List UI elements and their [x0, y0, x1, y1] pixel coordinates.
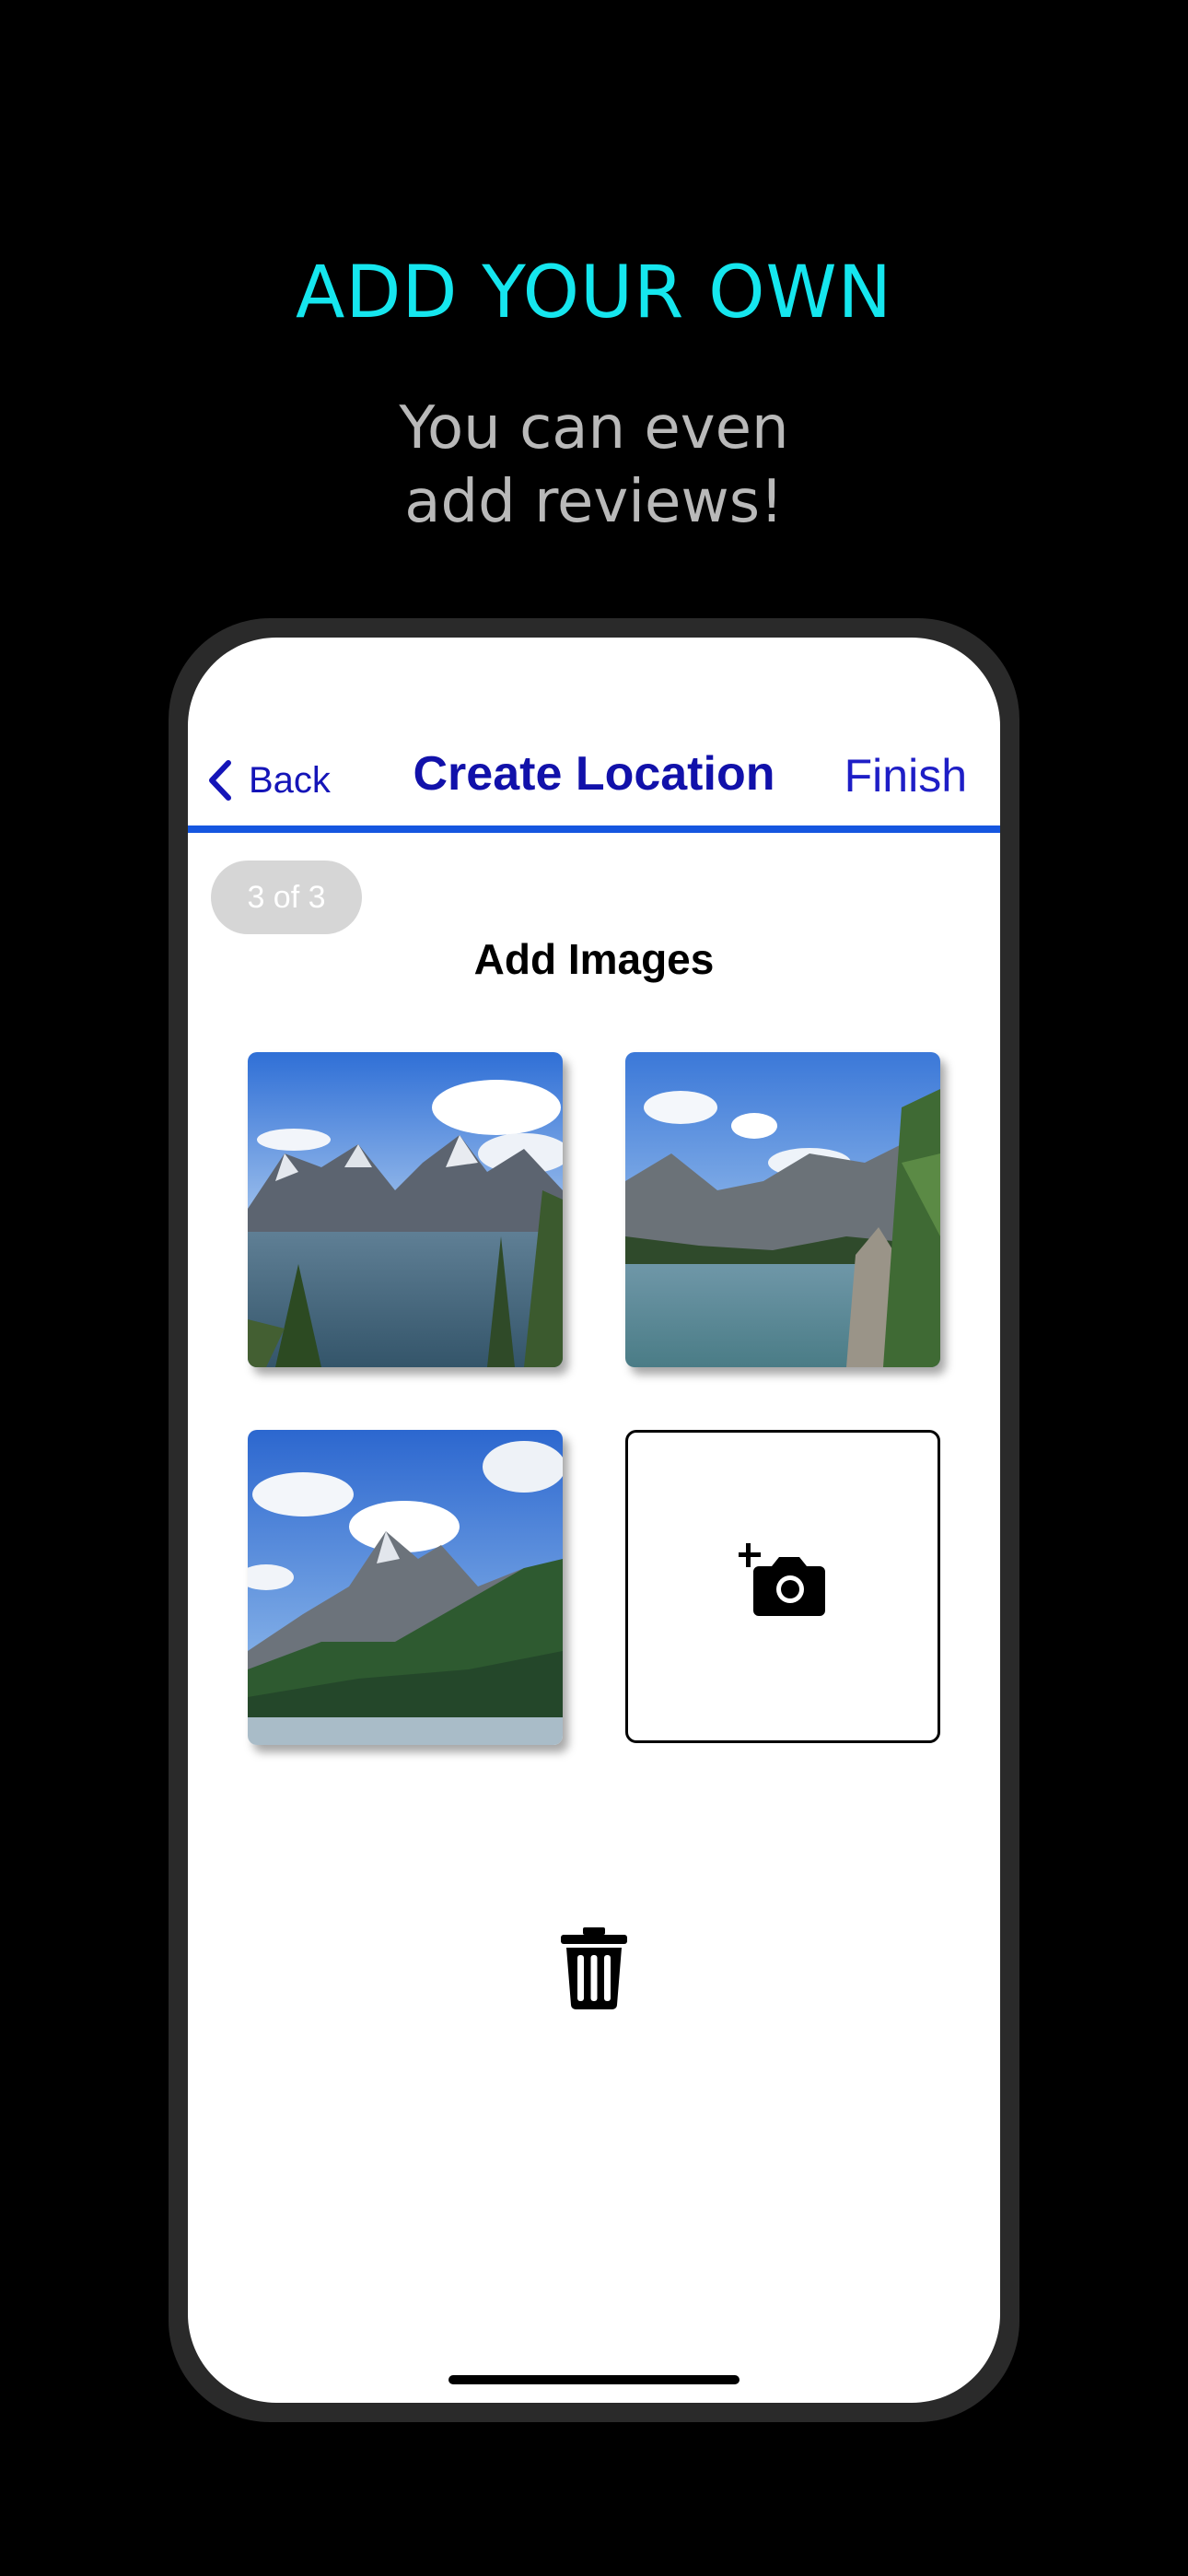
nav-divider [188, 825, 1000, 833]
promo-subtitle-line-2: add reviews! [404, 468, 784, 536]
photo-thumbnail-2[interactable] [625, 1052, 940, 1367]
photo-thumbnail-3[interactable] [248, 1430, 563, 1745]
trash-icon[interactable] [557, 1926, 631, 2010]
add-photo-button[interactable] [625, 1430, 940, 1743]
add-camera-icon [739, 1543, 825, 1616]
home-indicator[interactable] [448, 2375, 740, 2384]
promo-title: ADD YOUR OWN [296, 252, 892, 334]
section-title: Add Images [473, 935, 715, 983]
finish-button[interactable]: Finish [844, 749, 967, 802]
step-badge: 3 of 3 [211, 861, 362, 934]
promo-subtitle: You can even add reviews! [0, 392, 1188, 539]
navigation-bar: Back Create Location Finish [188, 638, 1000, 833]
promo-subtitle-line-1: You can even [399, 394, 789, 463]
phone-screen: Back Create Location Finish 3 of 3 Add I… [188, 638, 1000, 2403]
photo-thumbnail-1[interactable] [248, 1052, 563, 1367]
